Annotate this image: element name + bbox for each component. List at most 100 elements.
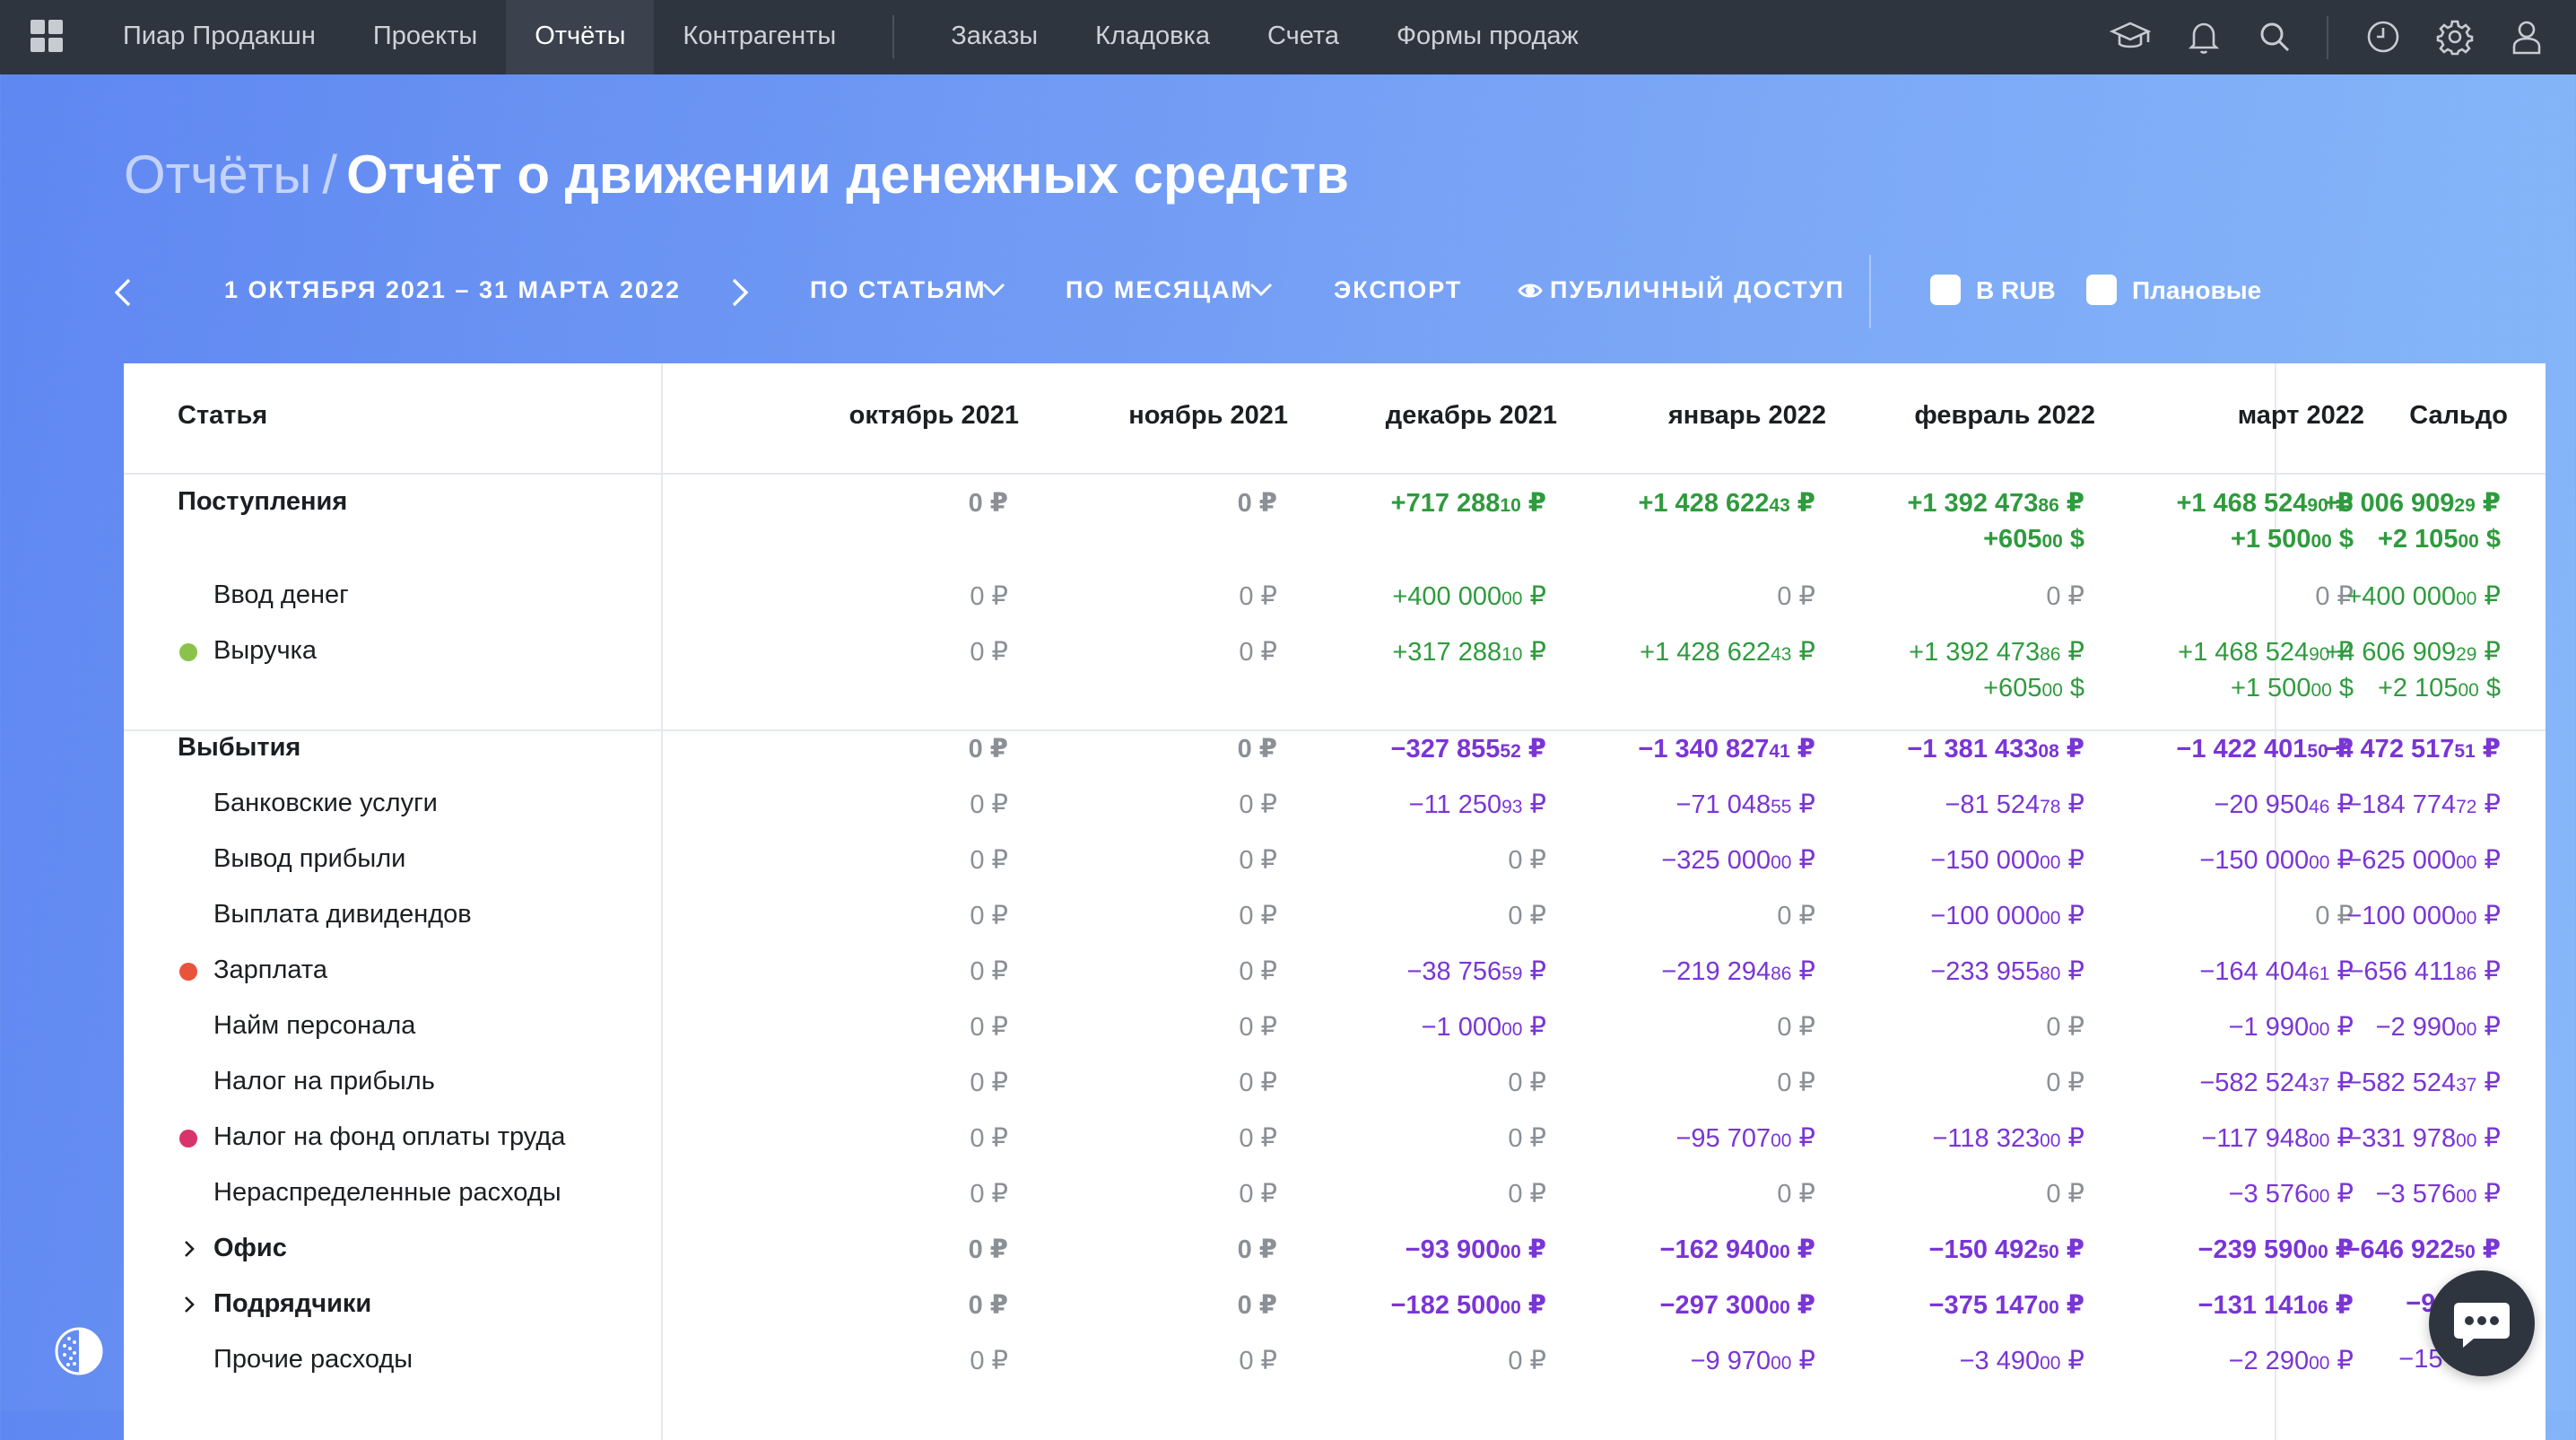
nav-item-reports[interactable]: Отчёты — [506, 0, 655, 74]
in-rub-checkbox[interactable] — [1930, 275, 1961, 305]
cell-value: −71 04855 ₽ — [1675, 790, 1815, 819]
nav-item-invoices[interactable]: Счета — [1239, 0, 1368, 74]
cell-value: 0 ₽ — [1508, 902, 1546, 930]
row-label[interactable]: Офис — [213, 1234, 287, 1263]
search-icon[interactable] — [2254, 16, 2295, 57]
row-label: Выплата дивидендов — [213, 900, 472, 929]
cell-value: 0 ₽ — [968, 489, 1008, 518]
cell-value: 0 ₽ — [968, 735, 1008, 764]
public-access-button[interactable]: ПУБЛИЧНЫЙ ДОСТУП — [1550, 276, 1845, 304]
nav-item-orders[interactable]: Заказы — [922, 0, 1066, 74]
nav-item-contractors[interactable]: Контрагенты — [654, 0, 865, 74]
cell-value: −38 75659 ₽ — [1406, 957, 1546, 986]
chat-support-button[interactable] — [2429, 1270, 2535, 1376]
cell-value: 0 ₽ — [1239, 902, 1277, 930]
cell-value: 0 ₽ — [970, 638, 1008, 667]
cell-value: 0 ₽ — [2046, 1069, 2084, 1097]
prev-period-icon[interactable] — [108, 275, 140, 310]
col-header-month[interactable]: декабрь 2021 — [1386, 401, 1557, 431]
learning-hat-icon[interactable] — [2109, 16, 2152, 57]
cell-value: −118 32300 ₽ — [1932, 1124, 2085, 1153]
cell-value: 0 ₽ — [968, 1235, 1008, 1264]
toolbar-divider — [1869, 255, 1871, 328]
cell-value: −93 90000 ₽ — [1405, 1235, 1546, 1264]
nav-item-account[interactable]: Пиар Продакшн — [94, 0, 344, 74]
export-button[interactable]: ЭКСПОРТ — [1334, 276, 1462, 304]
cell-value: 0 ₽ — [970, 1347, 1008, 1375]
breadcrumb-reports[interactable]: Отчёты — [124, 144, 311, 205]
cell-value: −20 95046 ₽ — [2214, 790, 2354, 819]
row-label: Поступления — [178, 487, 348, 516]
cell-value: 0 ₽ — [1237, 735, 1277, 764]
cell-value: −117 94800 ₽ — [2201, 1124, 2354, 1153]
cell-value: 0 ₽ — [1239, 1013, 1277, 1042]
planned-label[interactable]: Плановые — [2132, 276, 2261, 305]
expand-chevron-icon[interactable] — [179, 1295, 199, 1314]
cell-value: +60500 $ — [1983, 525, 2084, 554]
cell-value: −164 40461 ₽ — [2199, 957, 2354, 986]
chat-bubble-icon — [2454, 1303, 2510, 1348]
category-color-dot — [179, 1130, 197, 1148]
col-header-month[interactable]: ноябрь 2021 — [1128, 401, 1288, 431]
cell-value: +1 392 47386 ₽ — [1907, 489, 2084, 518]
gear-icon[interactable] — [2434, 16, 2476, 57]
nav-item-projects[interactable]: Проекты — [344, 0, 506, 74]
cell-value: +60500 $ — [1983, 674, 2084, 703]
row-label: Прочие расходы — [213, 1345, 413, 1374]
row-label: Вывод прибыли — [213, 844, 406, 873]
cell-value: +1 428 62243 ₽ — [1640, 638, 1815, 667]
row-label: Выручка — [213, 636, 318, 665]
cell-value: −219 29486 ₽ — [1661, 957, 1815, 986]
apps-grid-icon[interactable] — [30, 20, 65, 54]
group-by-dropdown[interactable]: ПО СТАТЬЯМ — [810, 276, 986, 304]
col-header-balance[interactable]: Сальдо — [2409, 401, 2508, 431]
cell-value: 0 ₽ — [970, 1069, 1008, 1097]
user-icon[interactable] — [2506, 16, 2547, 57]
row-label: Зарплата — [213, 956, 327, 984]
cell-value: +2 10500 $ — [2377, 674, 2501, 703]
cell-value: 0 ₽ — [1237, 1291, 1277, 1320]
top-navigation-bar: Пиар Продакшн Проекты Отчёты Контрагенты… — [0, 0, 2576, 74]
cell-value: +1 50000 $ — [2230, 674, 2354, 703]
cell-value: −150 49250 ₽ — [1928, 1235, 2084, 1264]
col-header-month[interactable]: март 2022 — [2238, 401, 2364, 431]
expand-chevron-icon[interactable] — [179, 1239, 199, 1259]
cell-value: −100 00000 ₽ — [1930, 902, 2084, 930]
cell-value: 0 ₽ — [1239, 1124, 1277, 1153]
in-rub-label[interactable]: В RUB — [1976, 276, 2056, 305]
bell-icon[interactable] — [2183, 16, 2224, 57]
planned-checkbox[interactable] — [2086, 275, 2117, 305]
row-label: Банковские услуги — [213, 789, 438, 817]
cell-value: −625 00000 ₽ — [2346, 846, 2501, 875]
clock-icon[interactable] — [2363, 16, 2404, 57]
eye-icon — [1518, 278, 1543, 303]
nav-item-sales-forms[interactable]: Формы продаж — [1368, 0, 1607, 74]
cell-value: −3 57600 ₽ — [2375, 1180, 2501, 1209]
nav-item-storage[interactable]: Кладовка — [1066, 0, 1239, 74]
cell-value: −297 30000 ₽ — [1659, 1291, 1815, 1320]
cell-value: −100 00000 ₽ — [2346, 902, 2501, 930]
cell-value: 0 ₽ — [2046, 582, 2084, 611]
row-label[interactable]: Подрядчики — [213, 1289, 371, 1319]
row-label: Налог на фонд оплаты труда — [213, 1122, 566, 1151]
col-header-month[interactable]: февраль 2022 — [1914, 401, 2095, 431]
cell-value: −1 00000 ₽ — [1421, 1013, 1546, 1042]
interval-dropdown[interactable]: ПО МЕСЯЦАМ — [1066, 276, 1253, 304]
category-color-dot — [179, 963, 197, 981]
col-header-month[interactable]: январь 2022 — [1668, 401, 1826, 431]
cell-value: 0 ₽ — [1508, 1347, 1546, 1375]
cell-value: 0 ₽ — [970, 1013, 1008, 1042]
cell-value: +5 006 90929 ₽ — [2323, 489, 2501, 518]
col-header-month[interactable]: октябрь 2021 — [849, 401, 1019, 431]
row-label: Налог на прибыль — [213, 1067, 435, 1095]
cell-value: −327 85552 ₽ — [1390, 735, 1546, 764]
cell-value: 0 ₽ — [1508, 1180, 1546, 1209]
next-period-icon[interactable] — [723, 275, 755, 310]
period-range[interactable]: 1 ОКТЯБРЯ 2021 – 31 МАРТА 2022 — [224, 276, 681, 304]
cell-value: 0 ₽ — [1239, 582, 1277, 611]
col-header-article[interactable]: Статья — [178, 401, 267, 431]
theme-toggle-icon[interactable] — [52, 1324, 106, 1378]
cell-value: 0 ₽ — [970, 957, 1008, 986]
cell-value: 0 ₽ — [2046, 1180, 2084, 1209]
cell-value: 0 ₽ — [1777, 582, 1815, 611]
